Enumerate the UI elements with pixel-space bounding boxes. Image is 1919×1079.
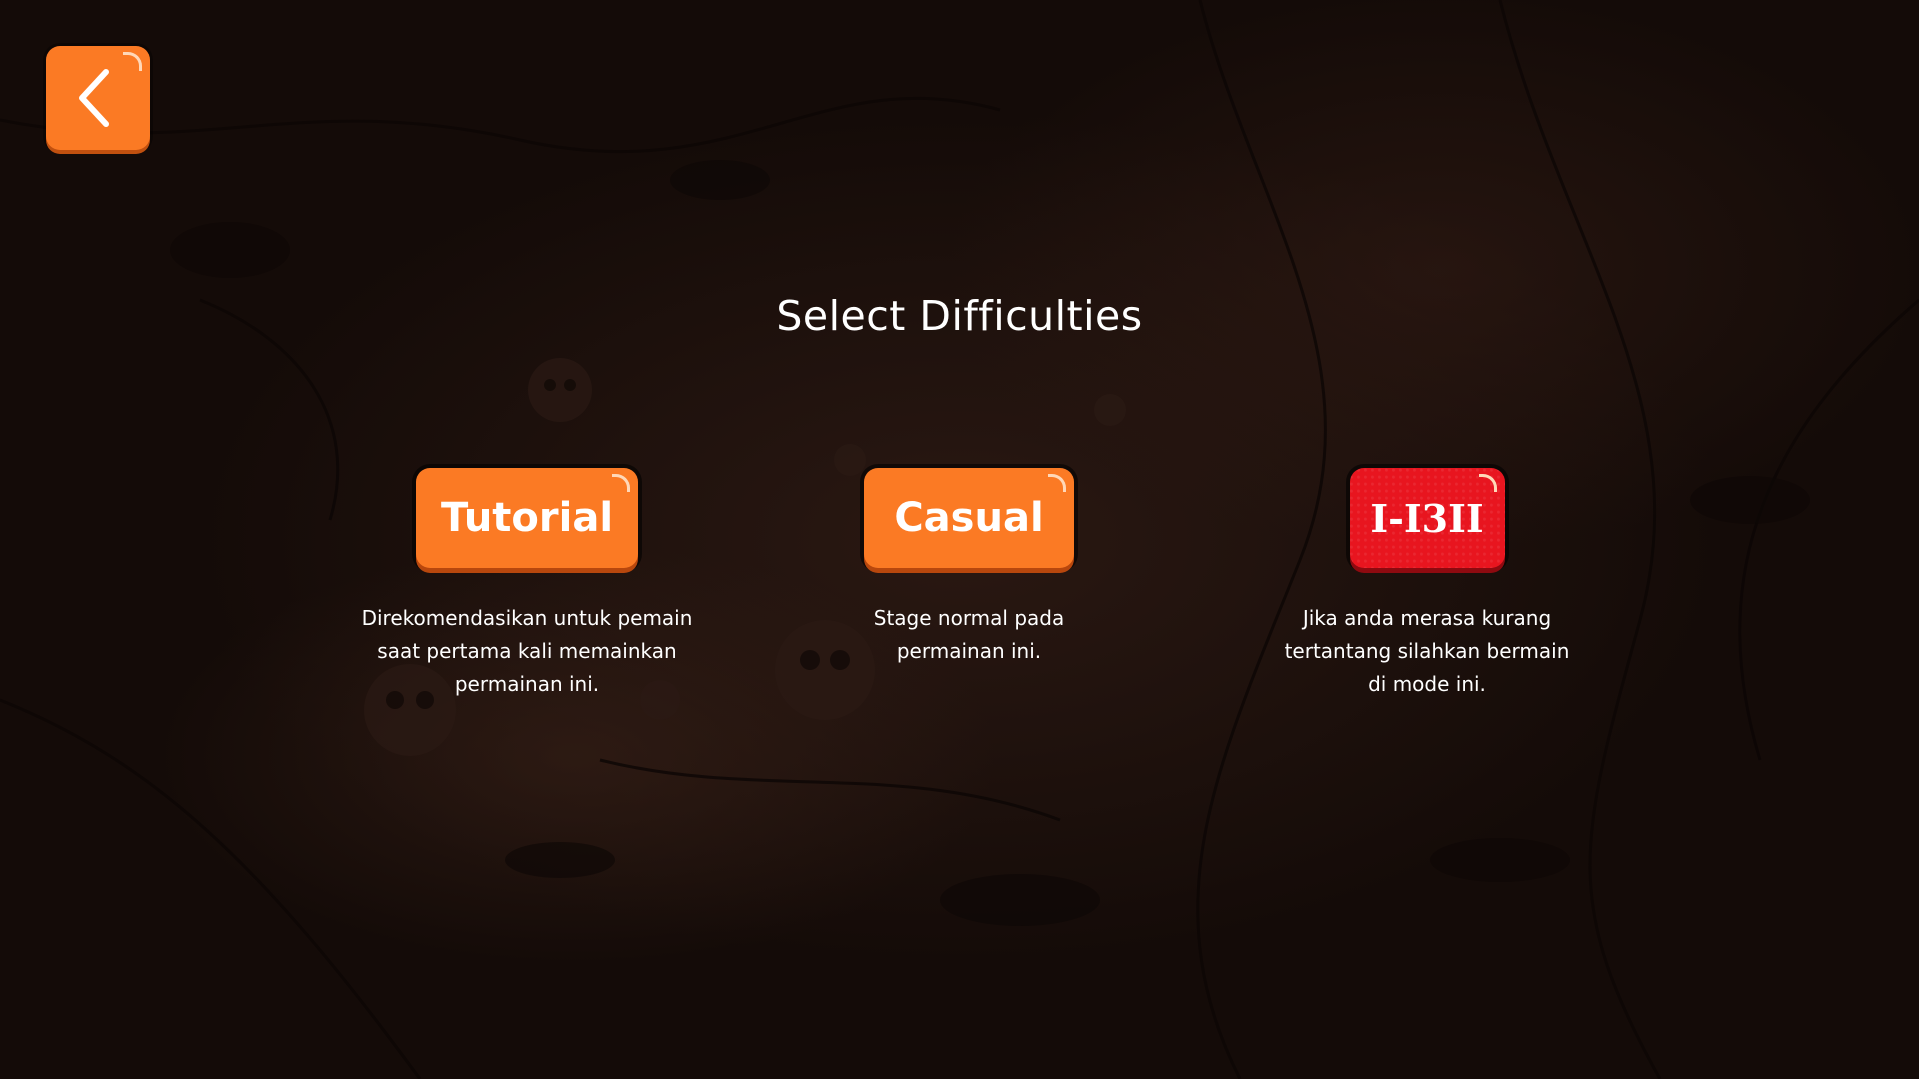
tutorial-description: Direkomendasikan untuk pemain saat perta… (361, 606, 693, 696)
page-title: Select Difficulties (776, 292, 1143, 340)
mode-tutorial: Tutorial Direkomendasikan untuk pemain s… (337, 468, 717, 701)
tutorial-button-label: Tutorial (440, 495, 614, 541)
button-highlight (1478, 474, 1497, 492)
button-highlight (612, 474, 630, 492)
casual-button-label: Casual (894, 495, 1044, 541)
hard-mode-description: Jika anda merasa kurang tertantang silah… (1284, 606, 1570, 696)
back-button[interactable] (46, 46, 150, 150)
mode-casual: Casual Stage normal pada permainan ini. (819, 468, 1119, 668)
casual-description: Stage normal pada permainan ini. (873, 606, 1065, 663)
hard-mode-button-label: I-I3II (1370, 495, 1484, 541)
mode-hard: I-I3II Jika anda merasa kurang tertantan… (1252, 468, 1602, 701)
button-highlight (1048, 474, 1066, 492)
game-screen: Select Difficulties Tutorial Direkomenda… (0, 0, 1919, 1079)
tutorial-button[interactable]: Tutorial (416, 468, 638, 568)
hard-mode-button[interactable]: I-I3II (1349, 468, 1505, 568)
casual-button[interactable]: Casual (864, 468, 1074, 568)
